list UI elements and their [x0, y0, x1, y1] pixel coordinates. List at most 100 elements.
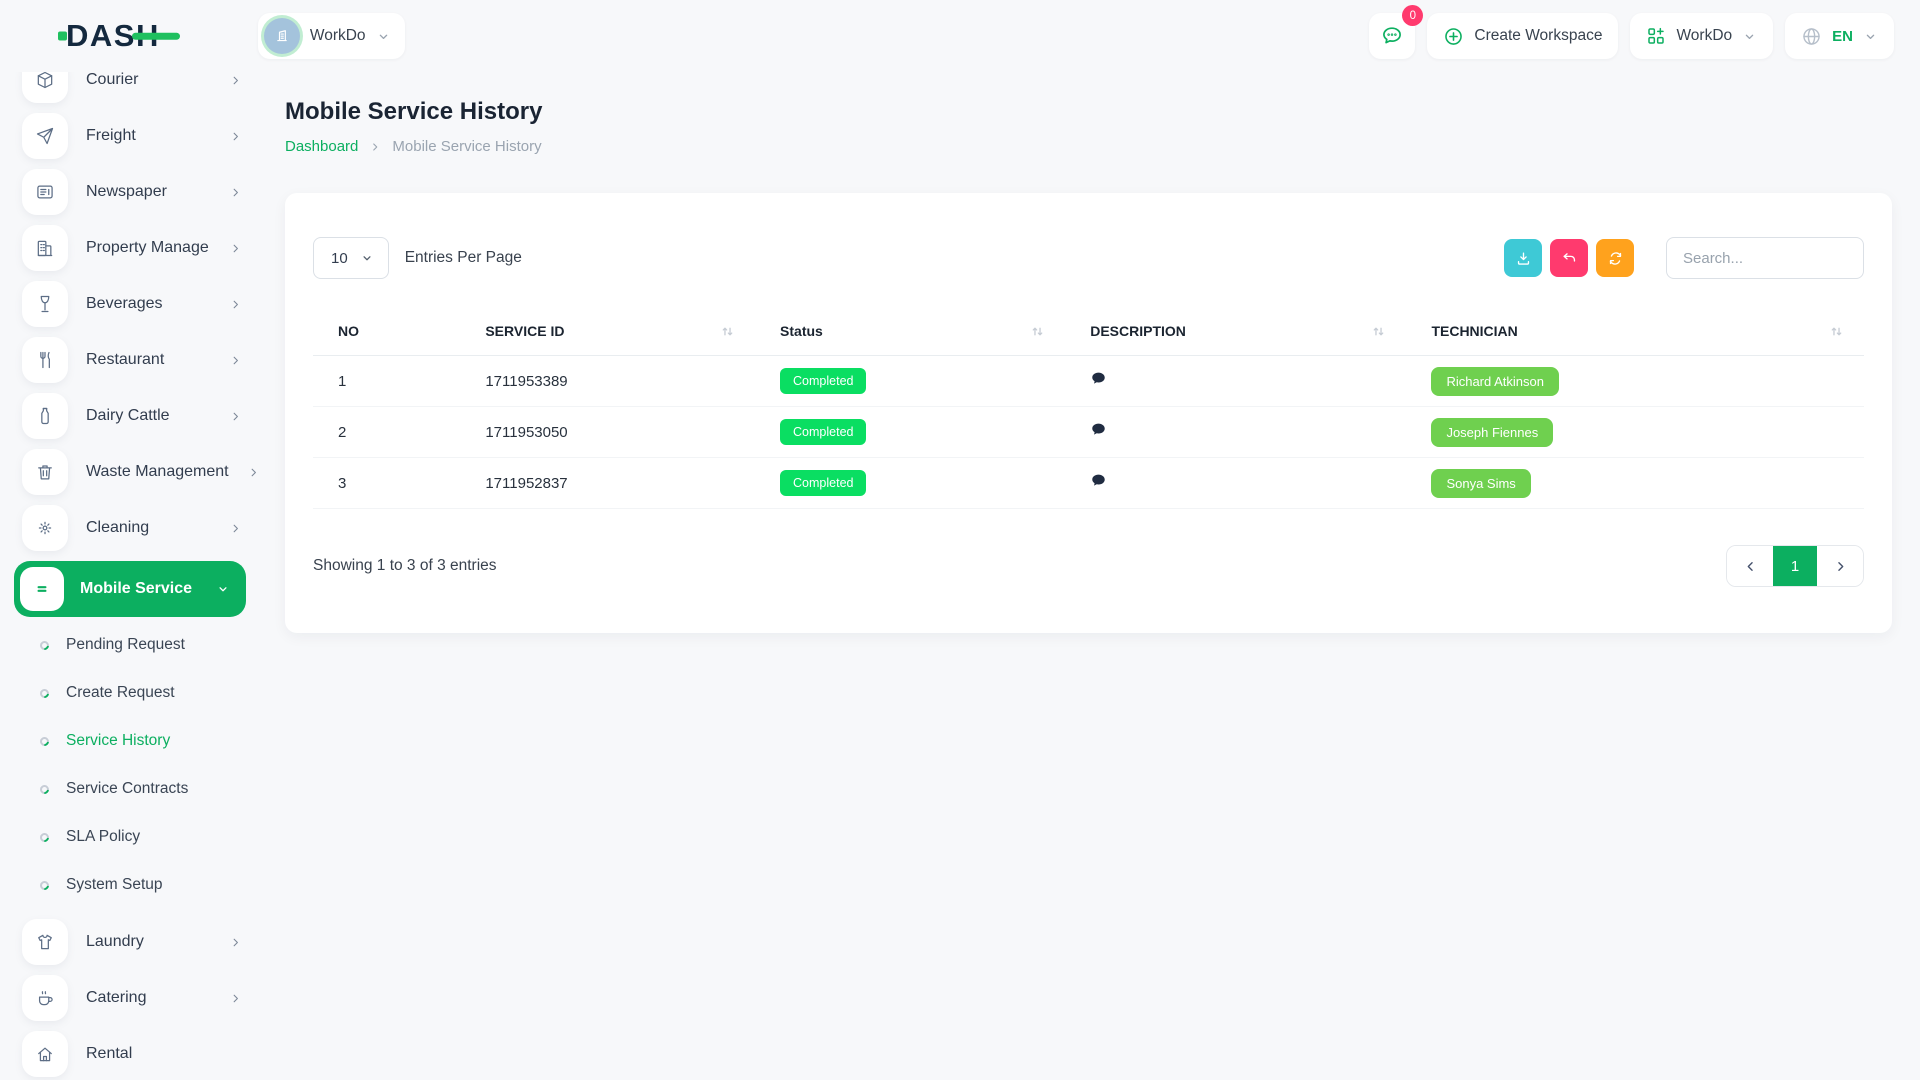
sort-icon	[1030, 324, 1045, 339]
sidebar-item-laundry[interactable]: Laundry	[22, 919, 246, 965]
cell-status: Completed	[755, 407, 1065, 458]
sidebar-item-label: Freight	[86, 127, 211, 145]
column-header-status[interactable]: Status	[755, 323, 1065, 356]
sidebar-item-property-manage[interactable]: Property Manage	[22, 225, 246, 271]
workdo-menu-button[interactable]: WorkDo	[1630, 13, 1773, 59]
submenu-item-label: Pending Request	[66, 636, 185, 654]
table-controls: 10 Entries Per Page	[313, 237, 1864, 279]
breadcrumb-separator-icon	[369, 141, 381, 153]
submenu-item-service-history[interactable]: Service History	[40, 721, 246, 761]
undo-icon	[1561, 250, 1578, 267]
chevron-right-icon	[229, 992, 242, 1005]
cell-service-id: 1711952837	[460, 458, 755, 509]
column-header-label: TECHNICIAN	[1431, 323, 1517, 339]
notification-badge: 0	[1402, 5, 1423, 26]
description-comment-button[interactable]	[1090, 422, 1107, 438]
pagination-page-1[interactable]: 1	[1773, 546, 1817, 586]
chevron-right-icon	[229, 186, 242, 199]
column-header-label: DESCRIPTION	[1090, 323, 1186, 339]
column-header-no: NO	[313, 323, 460, 356]
export-button[interactable]	[1504, 239, 1542, 277]
sidebar-item-label: Beverages	[86, 295, 211, 313]
chevron-right-icon	[229, 74, 242, 87]
table-header-row: NO SERVICE ID Status	[313, 323, 1864, 356]
search-input[interactable]	[1666, 237, 1864, 279]
sidebar-item-courier[interactable]: Courier	[22, 72, 246, 103]
bullet-icon	[38, 687, 51, 700]
bullet-icon	[38, 783, 51, 796]
column-header-label: Status	[780, 323, 823, 339]
cell-technician: Joseph Fiennes	[1406, 407, 1864, 458]
sidebar-item-label: Restaurant	[86, 351, 211, 369]
sidebar-item-catering[interactable]: Catering	[22, 975, 246, 1021]
column-header-label: SERVICE ID	[485, 323, 564, 339]
column-header-description[interactable]: DESCRIPTION	[1065, 323, 1406, 356]
sidebar-item-rental[interactable]: Rental	[22, 1031, 246, 1077]
mobile-service-submenu: Pending Request Create Request Service H…	[22, 625, 246, 905]
chevron-down-icon	[360, 251, 374, 265]
grid-plus-icon	[1646, 26, 1666, 46]
table-row: 2 1711953050 Completed Joseph Fiennes	[313, 407, 1864, 458]
trash-icon	[22, 449, 68, 495]
cell-no: 3	[313, 458, 460, 509]
sort-icon	[1371, 324, 1386, 339]
sidebar-item-restaurant[interactable]: Restaurant	[22, 337, 246, 383]
submenu-item-sla-policy[interactable]: SLA Policy	[40, 817, 246, 857]
submenu-item-label: Service Contracts	[66, 780, 188, 798]
refresh-button[interactable]	[1596, 239, 1634, 277]
bullet-icon	[38, 831, 51, 844]
submenu-item-create-request[interactable]: Create Request	[40, 673, 246, 713]
refresh-icon	[1607, 250, 1624, 267]
sidebar-item-beverages[interactable]: Beverages	[22, 281, 246, 327]
chevron-right-icon	[229, 522, 242, 535]
undo-button[interactable]	[1550, 239, 1588, 277]
breadcrumb-dashboard-link[interactable]: Dashboard	[285, 138, 358, 155]
plus-circle-icon	[1443, 26, 1464, 47]
newspaper-icon	[22, 169, 68, 215]
sidebar-item-dairy-cattle[interactable]: Dairy Cattle	[22, 393, 246, 439]
comment-icon	[1090, 371, 1107, 387]
pagination-prev-button[interactable]	[1727, 546, 1773, 586]
entries-per-page-value: 10	[331, 250, 348, 267]
sidebar-item-cleaning[interactable]: Cleaning	[22, 505, 246, 551]
sidebar-item-newspaper[interactable]: Newspaper	[22, 169, 246, 215]
cell-status: Completed	[755, 458, 1065, 509]
table-footer: Showing 1 to 3 of 3 entries 1	[313, 545, 1864, 587]
sidebar-item-freight[interactable]: Freight	[22, 113, 246, 159]
submenu-item-service-contracts[interactable]: Service Contracts	[40, 769, 246, 809]
cell-status: Completed	[755, 356, 1065, 407]
app-root: DASH WorkDo 0 Create Workspace WorkDo	[0, 0, 1920, 72]
table-row: 3 1711952837 Completed Sonya Sims	[313, 458, 1864, 509]
submenu-item-label: System Setup	[66, 876, 163, 894]
plane-icon	[22, 113, 68, 159]
building-icon	[22, 225, 68, 271]
breadcrumb: Dashboard Mobile Service History	[285, 138, 1892, 155]
chevron-right-icon	[247, 466, 256, 479]
chevron-down-icon	[1863, 29, 1878, 44]
sidebar-item-label: Property Manage	[86, 239, 211, 257]
description-comment-button[interactable]	[1090, 473, 1107, 489]
chevron-right-icon	[1833, 559, 1848, 574]
column-header-technician[interactable]: TECHNICIAN	[1406, 323, 1864, 356]
home-icon	[22, 1031, 68, 1077]
workspace-selector[interactable]: WorkDo	[258, 13, 405, 59]
sidebar-item-label: Laundry	[86, 933, 211, 951]
messages-button[interactable]: 0	[1369, 13, 1415, 59]
building-icon	[272, 26, 292, 46]
language-selector[interactable]: EN	[1785, 13, 1894, 59]
column-header-service-id[interactable]: SERVICE ID	[460, 323, 755, 356]
create-workspace-button[interactable]: Create Workspace	[1427, 13, 1618, 59]
wine-glass-icon	[22, 281, 68, 327]
app-logo[interactable]: DASH	[66, 18, 166, 54]
submenu-item-system-setup[interactable]: System Setup	[40, 865, 246, 905]
comment-icon	[1090, 422, 1107, 438]
entries-per-page-select[interactable]: 10	[313, 237, 389, 279]
pagination-next-button[interactable]	[1817, 546, 1863, 586]
sidebar-item-waste-management[interactable]: Waste Management	[22, 449, 246, 495]
description-comment-button[interactable]	[1090, 371, 1107, 387]
sidebar-item-mobile-service[interactable]: Mobile Service	[14, 561, 246, 617]
comment-icon	[1090, 473, 1107, 489]
technician-badge: Joseph Fiennes	[1431, 418, 1553, 447]
submenu-item-label: Service History	[66, 732, 170, 750]
submenu-item-pending-request[interactable]: Pending Request	[40, 625, 246, 665]
